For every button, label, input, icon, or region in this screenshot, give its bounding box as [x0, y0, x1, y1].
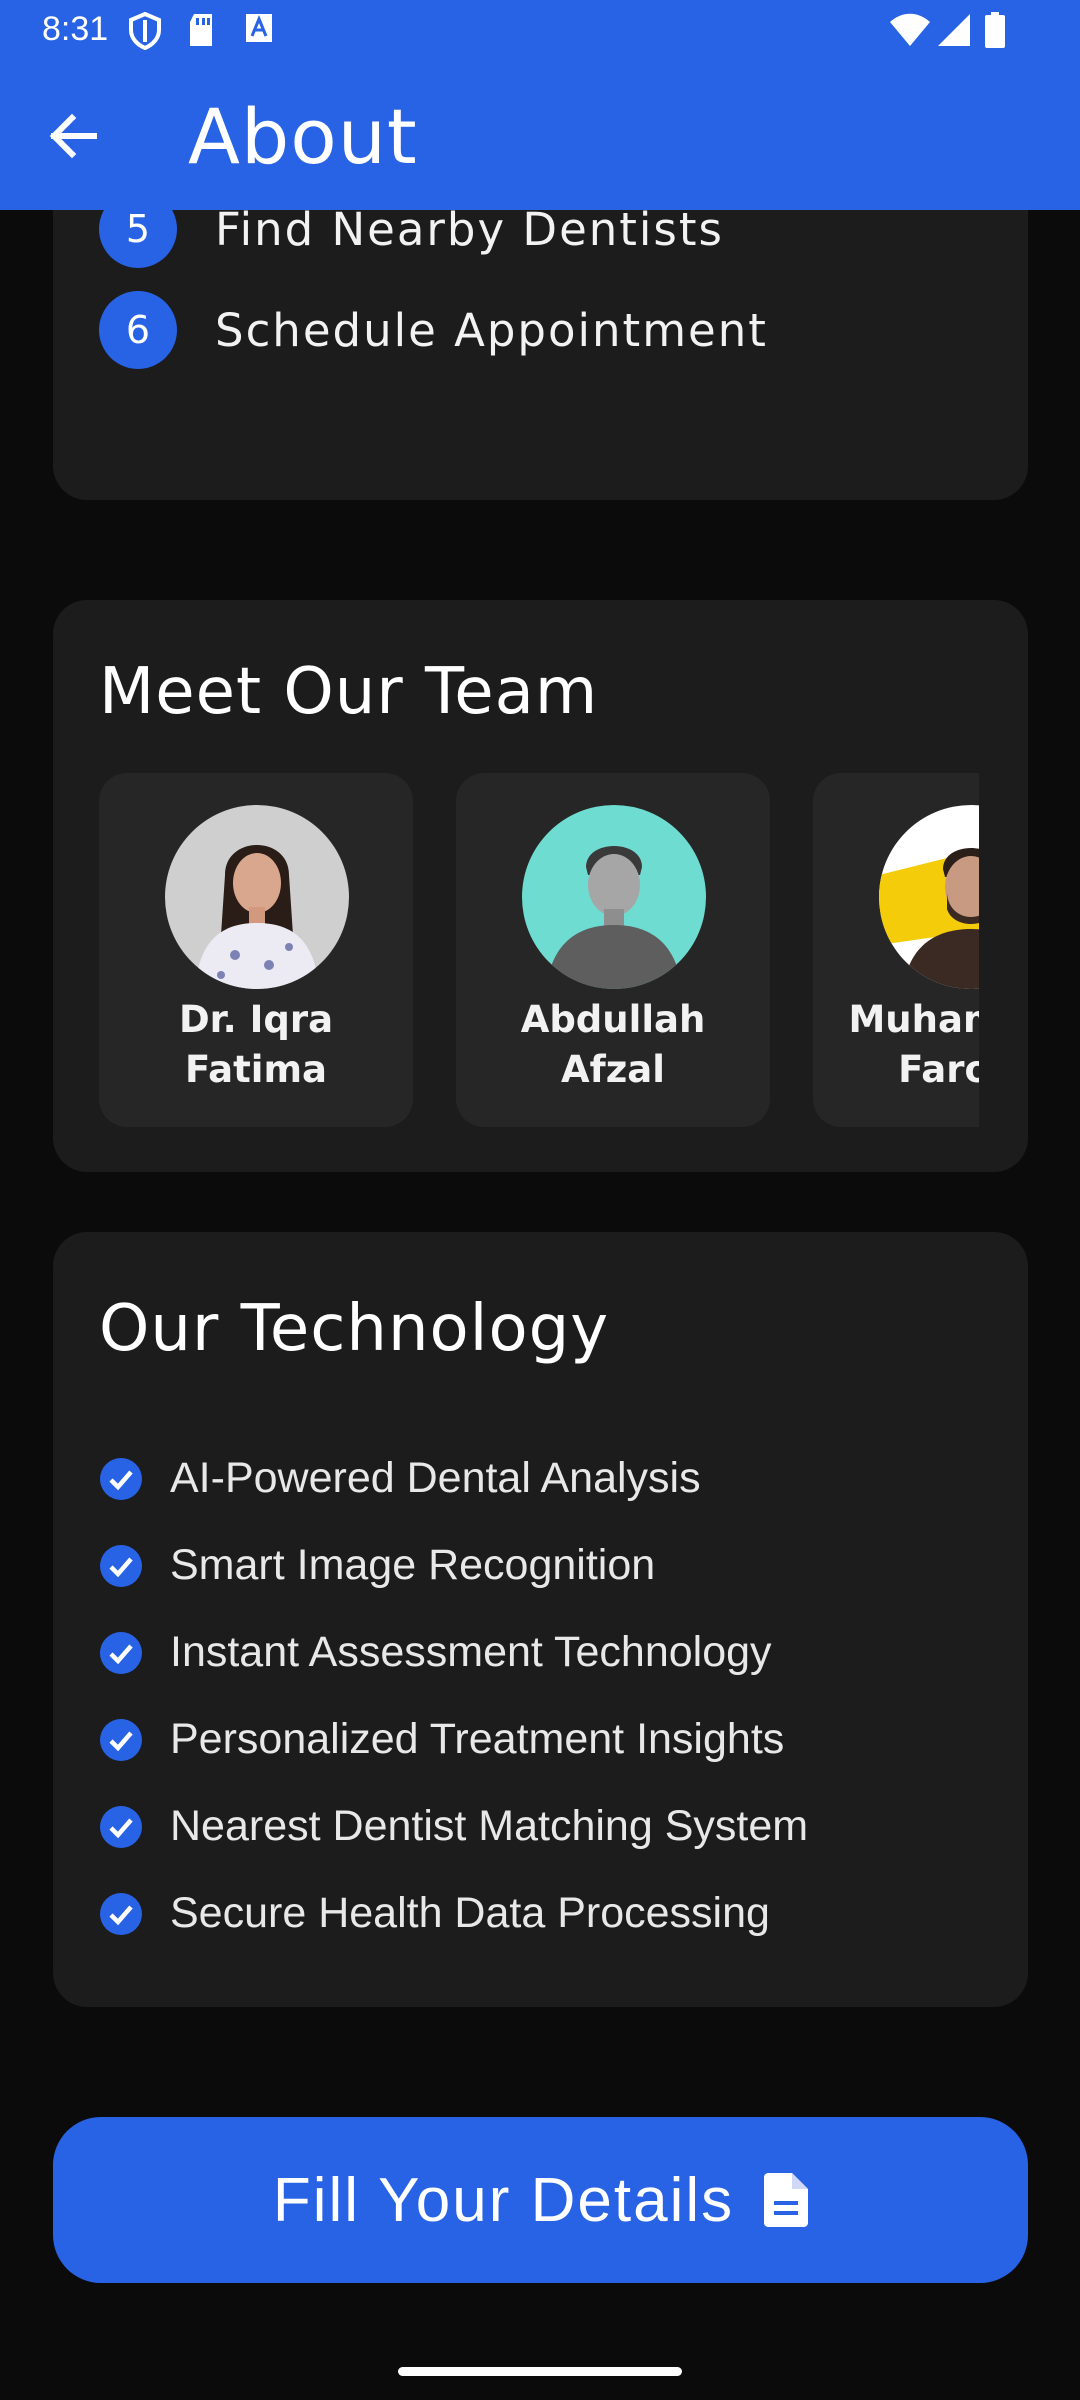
list-item: Personalized Treatment Insights	[99, 1696, 808, 1783]
check-circle-icon	[100, 1805, 142, 1848]
shield-icon	[129, 12, 161, 50]
team-member-card[interactable]: Muhammad Farooq	[813, 773, 979, 1127]
list-item: Instant Assessment Technology	[99, 1609, 808, 1696]
app-bar: About	[0, 62, 1080, 210]
technology-list: AI-Powered Dental Analysis Smart Image R…	[99, 1435, 808, 1957]
document-icon	[764, 2173, 809, 2227]
check-circle-icon	[100, 1718, 142, 1761]
technology-item-label: Personalized Treatment Insights	[170, 1715, 785, 1763]
team-card: Meet Our Team Dr. Iqra Fatima Abdullah A…	[53, 600, 1028, 1172]
list-item: Nearest Dentist Matching System	[99, 1783, 808, 1870]
signal-icon	[938, 14, 970, 46]
team-title: Meet Our Team	[99, 655, 599, 729]
team-member-card[interactable]: Abdullah Afzal	[456, 773, 770, 1127]
avatar	[522, 805, 706, 989]
fill-details-label: Fill Your Details	[272, 2165, 735, 2235]
step-item: 5 Find Nearby Dentists	[99, 210, 724, 268]
team-carousel[interactable]: Dr. Iqra Fatima Abdullah Afzal Muha Faro	[99, 773, 979, 1127]
team-member-name: Abdullah Afzal	[520, 998, 706, 1091]
check-circle-icon	[100, 1892, 142, 1935]
home-indicator[interactable]	[398, 2367, 682, 2376]
technology-item-label: Smart Image Recognition	[170, 1541, 656, 1589]
check-circle-icon	[100, 1631, 142, 1674]
step-item: 6 Schedule Appointment	[99, 291, 768, 369]
team-member-name: Muhammad Farooq	[848, 998, 979, 1091]
steps-card: 5 Find Nearby Dentists 6 Schedule Appoin…	[53, 210, 1028, 500]
technology-title: Our Technology	[99, 1292, 610, 1366]
battery-icon	[985, 12, 1005, 48]
wifi-icon	[890, 13, 930, 46]
technology-item-label: Instant Assessment Technology	[170, 1628, 772, 1676]
technology-item-label: Secure Health Data Processing	[170, 1889, 770, 1937]
status-time: 8:31	[42, 10, 109, 48]
list-item: Smart Image Recognition	[99, 1522, 808, 1609]
fill-details-button[interactable]: Fill Your Details	[53, 2117, 1028, 2283]
team-member-card[interactable]: Dr. Iqra Fatima	[99, 773, 413, 1127]
sd-card-icon	[190, 14, 212, 46]
technology-card: Our Technology AI-Powered Dental Analysi…	[53, 1232, 1028, 2007]
step-label: Schedule Appointment	[215, 303, 768, 357]
back-button[interactable]	[40, 102, 108, 170]
avatar	[879, 805, 979, 989]
content-scroll[interactable]: 5 Find Nearby Dentists 6 Schedule Appoin…	[0, 210, 1080, 2400]
team-member-name: Dr. Iqra Fatima	[178, 998, 334, 1091]
technology-item-label: Nearest Dentist Matching System	[170, 1802, 809, 1850]
step-label: Find Nearby Dentists	[215, 210, 724, 256]
status-bar: 8:31	[0, 0, 1080, 62]
avatar	[165, 805, 349, 989]
check-circle-icon	[100, 1457, 142, 1500]
step-number-badge: 5	[99, 210, 177, 268]
list-item: AI-Powered Dental Analysis	[99, 1435, 808, 1522]
check-circle-icon	[100, 1544, 142, 1587]
step-number-badge: 6	[99, 291, 177, 369]
list-item: Secure Health Data Processing	[99, 1870, 808, 1957]
page-title: About	[188, 92, 418, 181]
arrow-back-icon	[49, 113, 97, 159]
translate-icon	[246, 14, 272, 42]
technology-item-label: AI-Powered Dental Analysis	[170, 1454, 701, 1502]
